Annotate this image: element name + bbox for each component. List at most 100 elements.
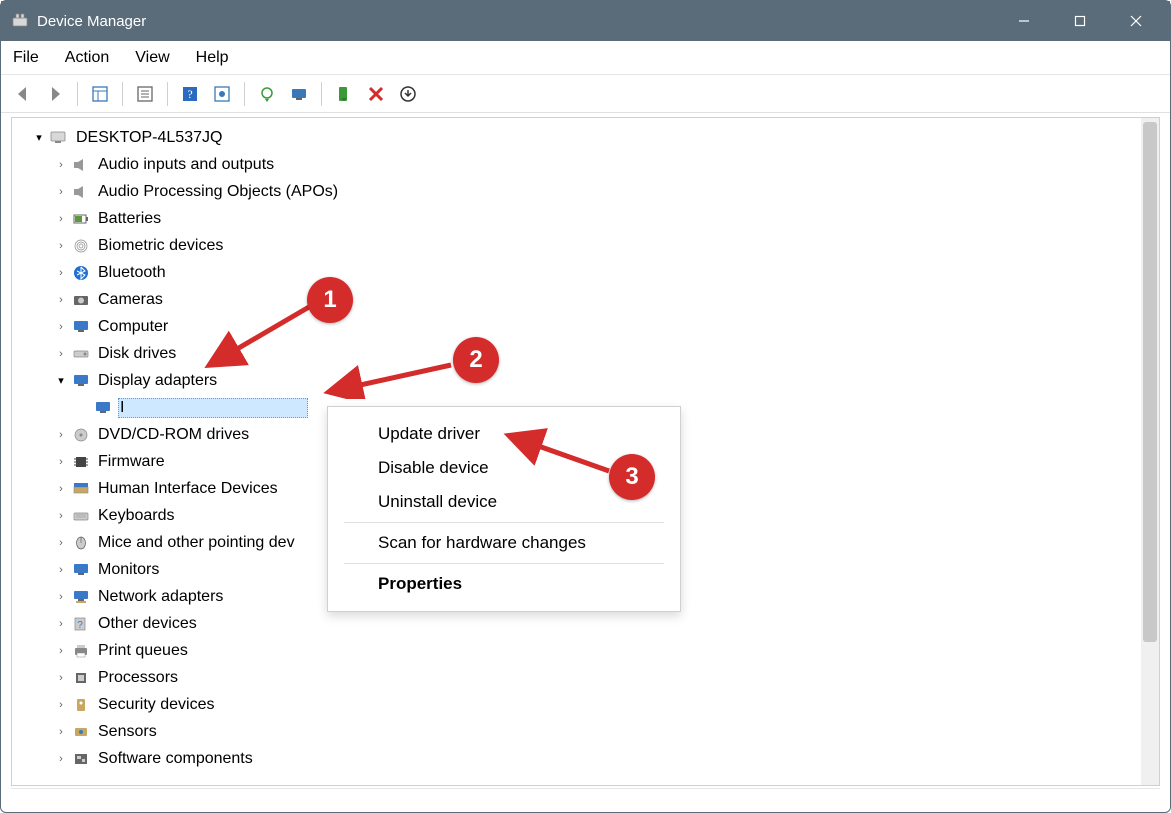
tree-item-biometric[interactable]: ›Biometric devices xyxy=(18,232,1155,259)
chevron-right-icon[interactable]: › xyxy=(54,591,70,603)
speaker-icon xyxy=(70,182,92,202)
network-icon xyxy=(70,587,92,607)
chevron-right-icon[interactable]: › xyxy=(54,159,70,171)
display-adapter-icon xyxy=(70,371,92,391)
annotation-badge-1: 1 xyxy=(307,277,353,323)
display-adapter-icon xyxy=(92,398,114,418)
tree-item-apo[interactable]: ›Audio Processing Objects (APOs) xyxy=(18,178,1155,205)
chevron-right-icon[interactable]: › xyxy=(54,321,70,333)
tree-item-security[interactable]: ›Security devices xyxy=(18,691,1155,718)
bluetooth-icon xyxy=(70,263,92,283)
tree-item-other[interactable]: ›?Other devices xyxy=(18,610,1155,637)
menu-file[interactable]: File xyxy=(11,45,41,71)
chevron-down-icon[interactable]: ▾ xyxy=(32,131,48,144)
ctx-scan-hardware[interactable]: Scan for hardware changes xyxy=(336,526,672,560)
tree-item-software-components[interactable]: ›Software components xyxy=(18,745,1155,772)
tree-item-sensors[interactable]: ›Sensors xyxy=(18,718,1155,745)
menu-action[interactable]: Action xyxy=(63,45,111,71)
chevron-right-icon[interactable]: › xyxy=(54,294,70,306)
svg-text:?: ? xyxy=(187,87,192,101)
chip-icon xyxy=(70,452,92,472)
software-icon xyxy=(70,749,92,769)
chevron-right-icon[interactable]: › xyxy=(54,645,70,657)
disk-icon xyxy=(70,344,92,364)
maximize-button[interactable] xyxy=(1052,1,1108,41)
chevron-right-icon[interactable]: › xyxy=(54,267,70,279)
camera-icon xyxy=(70,290,92,310)
tree-item-batteries[interactable]: ›Batteries xyxy=(18,205,1155,232)
chevron-right-icon[interactable]: › xyxy=(54,726,70,738)
scrollbar-thumb[interactable] xyxy=(1143,122,1157,642)
tree-item-display-adapters[interactable]: ▾Display adapters xyxy=(18,367,1155,394)
window-title: Device Manager xyxy=(37,13,146,30)
fingerprint-icon xyxy=(70,236,92,256)
annotation-badge-3: 3 xyxy=(609,454,655,500)
chevron-right-icon[interactable]: › xyxy=(54,240,70,252)
ctx-separator xyxy=(344,522,664,523)
mouse-icon xyxy=(70,533,92,553)
menubar: File Action View Help xyxy=(1,41,1170,75)
tree-item-print[interactable]: ›Print queues xyxy=(18,637,1155,664)
tree-root[interactable]: ▾ DESKTOP-4L537JQ xyxy=(18,124,1155,151)
security-icon xyxy=(70,695,92,715)
chevron-right-icon[interactable]: › xyxy=(54,429,70,441)
tree-item-audio-inputs[interactable]: ›Audio inputs and outputs xyxy=(18,151,1155,178)
chevron-right-icon[interactable]: › xyxy=(54,564,70,576)
enable-device-button[interactable] xyxy=(330,80,358,108)
forward-button[interactable] xyxy=(41,80,69,108)
dvd-icon xyxy=(70,425,92,445)
update-driver-button[interactable] xyxy=(253,80,281,108)
menu-help[interactable]: Help xyxy=(194,45,231,71)
chevron-right-icon[interactable]: › xyxy=(54,456,70,468)
chevron-right-icon[interactable]: › xyxy=(54,618,70,630)
titlebar: Device Manager xyxy=(1,1,1170,41)
tree-item-bluetooth[interactable]: ›Bluetooth xyxy=(18,259,1155,286)
cpu-icon xyxy=(70,668,92,688)
properties-button[interactable] xyxy=(131,80,159,108)
svg-text:?: ? xyxy=(77,620,83,631)
selected-device-label: I xyxy=(118,398,308,418)
chevron-right-icon[interactable]: › xyxy=(54,537,70,549)
context-menu: Update driver Disable device Uninstall d… xyxy=(327,406,681,612)
monitor-icon xyxy=(70,317,92,337)
annotation-badge-2: 2 xyxy=(453,337,499,383)
app-icon xyxy=(11,12,29,30)
ctx-update-driver[interactable]: Update driver xyxy=(336,417,672,451)
action-center-button[interactable] xyxy=(208,80,236,108)
chevron-right-icon[interactable]: › xyxy=(54,672,70,684)
status-bar xyxy=(11,788,1160,806)
chevron-right-icon[interactable]: › xyxy=(54,213,70,225)
computer-icon xyxy=(48,128,70,148)
chevron-right-icon[interactable]: › xyxy=(54,753,70,765)
battery-icon xyxy=(70,209,92,229)
close-button[interactable] xyxy=(1108,1,1164,41)
disable-device-button[interactable] xyxy=(362,80,390,108)
vertical-scrollbar[interactable] xyxy=(1141,118,1159,785)
chevron-right-icon[interactable]: › xyxy=(54,483,70,495)
tree-item-cameras[interactable]: ›Cameras xyxy=(18,286,1155,313)
tree-item-processors[interactable]: ›Processors xyxy=(18,664,1155,691)
scan-hardware-button[interactable] xyxy=(285,80,313,108)
tree-item-computer[interactable]: ›Computer xyxy=(18,313,1155,340)
keyboard-icon xyxy=(70,506,92,526)
help-button[interactable]: ? xyxy=(176,80,204,108)
chevron-right-icon[interactable]: › xyxy=(54,348,70,360)
show-hide-tree-button[interactable] xyxy=(86,80,114,108)
sensor-icon xyxy=(70,722,92,742)
minimize-button[interactable] xyxy=(996,1,1052,41)
chevron-down-icon[interactable]: ▾ xyxy=(54,374,70,387)
uninstall-device-button[interactable] xyxy=(394,80,422,108)
speaker-icon xyxy=(70,155,92,175)
tree-root-label: DESKTOP-4L537JQ xyxy=(74,128,224,148)
ctx-properties[interactable]: Properties xyxy=(336,567,672,601)
chevron-right-icon[interactable]: › xyxy=(54,699,70,711)
chevron-right-icon[interactable]: › xyxy=(54,510,70,522)
menu-view[interactable]: View xyxy=(133,45,171,71)
unknown-device-icon: ? xyxy=(70,614,92,634)
toolbar: ? xyxy=(1,75,1170,113)
tree-item-disk-drives[interactable]: ›Disk drives xyxy=(18,340,1155,367)
chevron-right-icon[interactable]: › xyxy=(54,186,70,198)
back-button[interactable] xyxy=(9,80,37,108)
hid-icon xyxy=(70,479,92,499)
ctx-separator xyxy=(344,563,664,564)
